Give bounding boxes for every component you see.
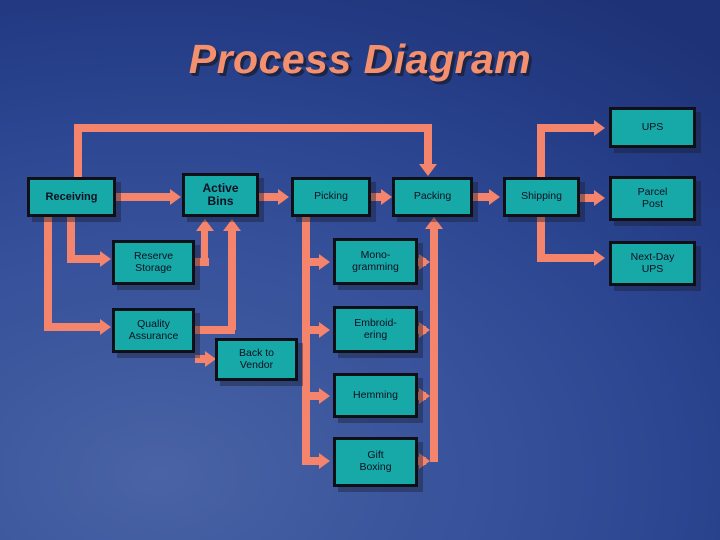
connector-shipping-ups-run [537,124,597,132]
node-quality-assurance[interactable]: Quality Assurance [112,308,195,353]
node-gift-boxing[interactable]: Gift Boxing [333,437,418,487]
connector-reserve-to-bins-riser [201,230,208,264]
node-reserve-storage[interactable]: Reserve Storage [112,240,195,285]
connector-receiving-top-run [74,124,432,132]
arrowhead-return-spine-packing [425,217,443,229]
arrowhead-receiving-qa [100,319,111,335]
connector-receiving-qa-run [44,323,102,331]
arrowhead-top-to-packing [419,164,437,176]
arrowhead-qa-to-bins [223,219,241,231]
slide-canvas: Process Diagram Receiving Active Bins Pi… [0,0,720,540]
node-label: Mono- gramming [352,248,399,273]
node-parcel-post[interactable]: Parcel Post [609,176,696,221]
node-label: Embroid- ering [354,316,397,341]
node-label: Active Bins [202,180,239,208]
node-ups[interactable]: UPS [609,107,696,148]
node-label: Receiving [45,190,98,203]
node-packing[interactable]: Packing [392,177,473,217]
arrowhead-gift-boxing-return [419,453,430,469]
connector-receiving-reserve-run [67,255,102,263]
connector-shipping-ups-riser [537,124,545,180]
arrowhead-spine-hemming [319,388,330,404]
node-embroidering[interactable]: Embroid- ering [333,306,418,353]
connector-picking-spine [302,215,310,464]
node-receiving[interactable]: Receiving [27,177,116,217]
arrowhead-receiving-reserve [100,251,111,267]
connector-top-to-packing-drop [424,124,432,166]
node-label: Next-Day UPS [630,250,675,275]
node-label: Quality Assurance [128,317,179,342]
arrowhead-receiving-active-bins [170,189,181,205]
arrowhead-spine-monogramming [319,254,330,270]
node-label: UPS [641,120,664,133]
node-monogramming[interactable]: Mono- gramming [333,238,418,285]
arrowhead-hemming-return [419,388,430,404]
node-next-day-ups[interactable]: Next-Day UPS [609,241,696,286]
connector-return-spine [430,228,438,462]
connector-receiving-active-bins [116,193,172,201]
connector-receiving-top-riser [74,124,82,179]
node-label: Picking [314,190,348,203]
arrowhead-picking-packing [381,189,392,205]
connector-qa-to-bins-riser [228,230,236,330]
arrowhead-embroidering-return [419,322,430,338]
node-label: Back to Vendor [238,346,275,371]
node-label: Packing [413,190,452,203]
arrowhead-shipping-ups [594,120,605,136]
arrowhead-shipping-parcel-post [594,190,605,206]
node-active-bins[interactable]: Active Bins [182,173,259,217]
node-label: Hemming [353,388,398,401]
connector-receiving-qa-riser [44,215,52,327]
node-shipping[interactable]: Shipping [503,177,580,217]
node-label: Gift Boxing [359,449,392,473]
node-back-to-vendor[interactable]: Back to Vendor [215,338,298,381]
node-picking[interactable]: Picking [291,177,371,217]
node-label: Shipping [521,190,562,203]
page-title: Process Diagram [188,36,532,82]
arrowhead-bins-picking [278,189,289,205]
arrowhead-packing-shipping [489,189,500,205]
connector-shipping-nextday-run [537,254,597,262]
connector-receiving-reserve-riser [67,215,75,259]
arrowhead-spine-gift-boxing [319,453,330,469]
arrowhead-monogramming-return [419,254,430,270]
node-hemming[interactable]: Hemming [333,373,418,418]
arrowhead-reserve-to-bins [196,219,214,231]
arrowhead-spine-embroidering [319,322,330,338]
node-label: Reserve Storage [133,249,174,274]
arrowhead-shipping-nextday [594,250,605,266]
node-label: Parcel Post [637,185,668,210]
